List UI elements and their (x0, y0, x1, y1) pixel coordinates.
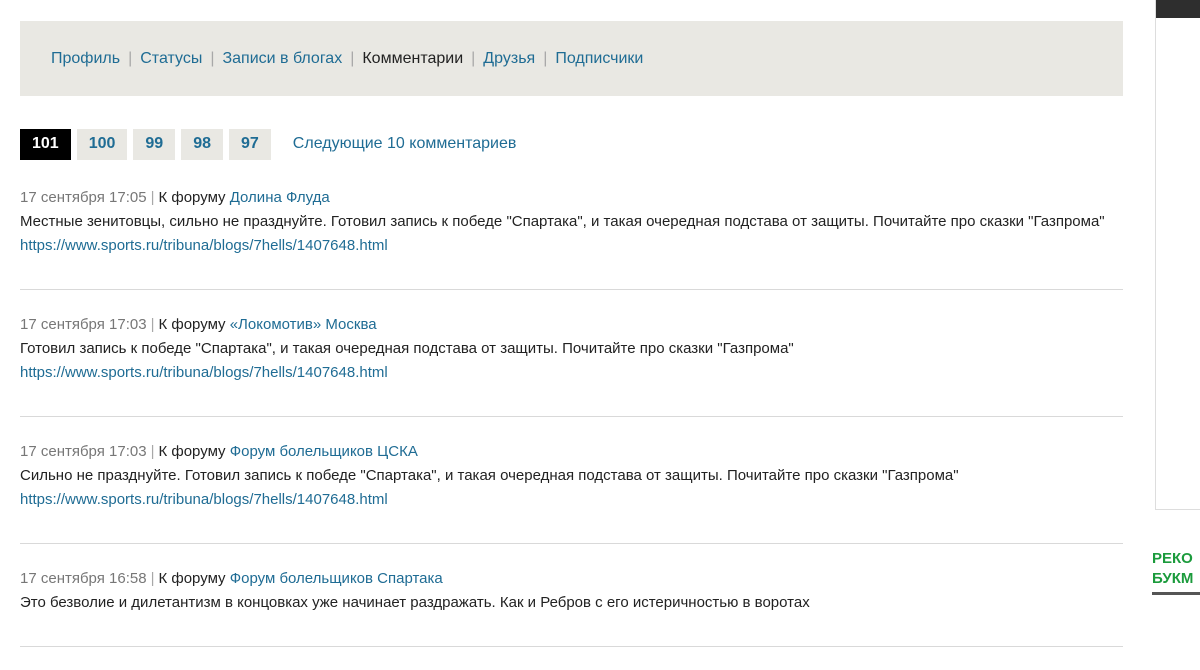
comment-body: Это безволие и дилетантизм в концовках у… (20, 594, 810, 611)
comment-meta: 17 сентября 16:58 | К форуму Форум болельщ… (20, 567, 1123, 591)
comment-body: Местные зенитовцы, сильно не празднуйте.… (20, 213, 1105, 230)
comment-body: Сильно не празднуйте. Готовил запись к п… (20, 467, 959, 484)
page-button-97[interactable]: 97 (229, 128, 271, 160)
forum-link[interactable]: Форум болельщиков ЦСКА (230, 443, 418, 460)
page-button-99[interactable]: 99 (133, 128, 176, 160)
comment-url-link[interactable]: https://www.sports.ru/tribuna/blogs/7hel… (20, 237, 388, 254)
nav-item-1[interactable]: Статусы (140, 50, 202, 68)
forum-prefix: К форуму (158, 189, 226, 206)
page-button-100[interactable]: 100 (76, 128, 128, 160)
comment-item: 17 сентября 16:58 | К форуму Форум болельщ… (20, 567, 1123, 647)
comment-text: Это безволие и дилетантизм в концовках у… (20, 591, 1123, 615)
comment-text: Местные зенитовцы, сильно не празднуйте.… (20, 210, 1123, 258)
nav-item-5[interactable]: Подписчики (555, 50, 643, 68)
nav-separator: | (210, 49, 215, 67)
nav-separator: | (128, 49, 133, 67)
nav-item-4[interactable]: Друзья (483, 50, 535, 68)
forum-prefix: К форуму (158, 316, 226, 333)
comment-date: 17 сентября 16:58 (20, 570, 147, 587)
page-button-101[interactable]: 101 (20, 128, 71, 160)
comment-url-link[interactable]: https://www.sports.ru/tribuna/blogs/7hel… (20, 364, 388, 381)
comment-date: 17 сентября 17:03 (20, 443, 147, 460)
comments-list: 17 сентября 17:05 | К форуму Долина Флуда М… (20, 186, 1123, 670)
meta-separator: | (150, 570, 155, 587)
profile-nav: Профиль | Статусы | Записи в блогах | Коммента… (20, 21, 1123, 96)
nav-separator: | (471, 49, 476, 67)
nav-separator: | (543, 49, 548, 67)
comment-meta: 17 сентября 17:03 | К форуму «Локомотив» М… (20, 313, 1123, 337)
forum-prefix: К форуму (158, 570, 226, 587)
sidebar-heading: РЕКО БУКМ (1152, 550, 1194, 587)
forum-prefix: К форуму (158, 443, 226, 460)
comment-meta: 17 сентября 17:05 | К форуму Долина Флуда (20, 186, 1123, 210)
comment-meta: 17 сентября 17:03 | К форуму Форум болельщ… (20, 440, 1123, 464)
nav-item-3: Комментарии (362, 49, 464, 67)
meta-separator: | (150, 316, 155, 333)
meta-separator: | (150, 443, 155, 460)
comment-text: Сильно не празднуйте. Готовил запись к п… (20, 464, 1123, 512)
comment-text: Готовил запись к победе "Спартака", и та… (20, 337, 1123, 385)
nav-separator: | (350, 49, 355, 67)
sidebar-divider (1152, 592, 1200, 595)
page-button-98[interactable]: 98 (181, 128, 223, 160)
comment-item: 17 сентября 17:05 | К форуму Долина Флуда М… (20, 186, 1123, 290)
sidebar-ad-panel (1155, 0, 1200, 510)
comment-date: 17 сентября 17:03 (20, 316, 147, 333)
forum-link[interactable]: Форум болельщиков Спартака (230, 570, 443, 587)
forum-link[interactable]: «Локомотив» Москва (230, 316, 377, 333)
comment-url-link[interactable]: https://www.sports.ru/tribuna/blogs/7hel… (20, 491, 388, 508)
nav-item-2[interactable]: Записи в блогах (222, 50, 342, 68)
comment-body: Готовил запись к победе "Спартака", и та… (20, 340, 794, 357)
nav-item-0[interactable]: Профиль (51, 50, 120, 68)
forum-link[interactable]: Долина Флуда (230, 189, 330, 206)
next-comments-link[interactable]: Следующие 10 комментариев (293, 135, 517, 153)
pagination: 101 100 99 98 97 Следующие 10 комментариев (20, 128, 516, 160)
meta-separator: | (150, 189, 155, 206)
comment-item: 17 сентября 17:03 | К форуму «Локомотив» М… (20, 313, 1123, 417)
comment-date: 17 сентября 17:05 (20, 189, 147, 206)
comment-item: 17 сентября 17:03 | К форуму Форум болельщ… (20, 440, 1123, 544)
